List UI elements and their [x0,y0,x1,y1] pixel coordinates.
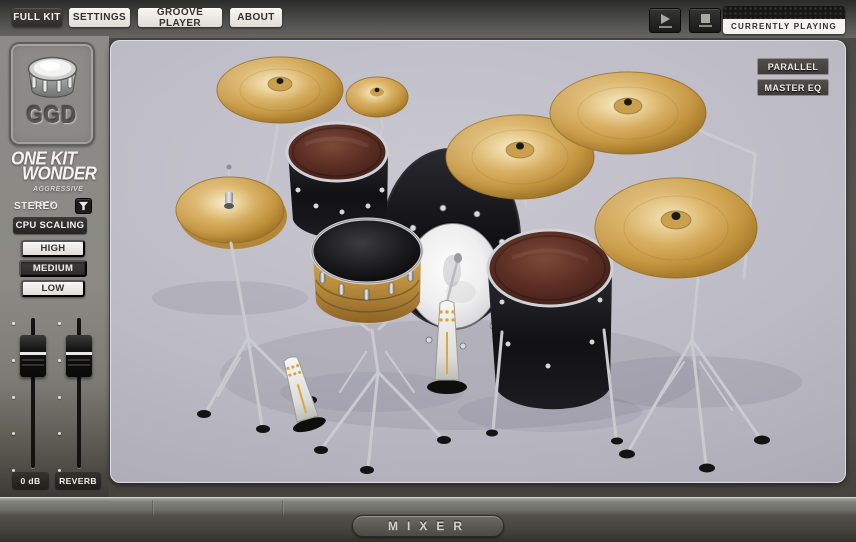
currently-playing-display: CURRENTLY PLAYING [723,6,845,34]
currently-playing-label: CURRENTLY PLAYING [723,19,845,34]
play-icon [661,14,670,24]
tab-settings[interactable]: SETTINGS [69,8,130,27]
cpu-medium-button[interactable]: MEDIUM [19,260,87,277]
panel-seam [282,500,284,515]
snare-drum-icon [20,44,84,106]
play-button[interactable] [649,8,681,33]
stop-button[interactable] [689,8,721,33]
output-mode-label: STEREO [14,201,58,212]
crash-right[interactable] [550,72,706,154]
top-bar: FULL KIT SETTINGS GROOVE PLAYER ABOUT CU… [0,0,856,38]
cpu-low-button[interactable]: LOW [21,280,85,297]
panel-seam [152,500,154,515]
drum-kit [110,40,846,483]
reverb-label: REVERB [55,472,101,489]
kit-stage: PARALLEL MASTER EQ [110,40,846,483]
snare[interactable] [312,219,422,323]
cpu-high-button[interactable]: HIGH [21,240,85,257]
logo-wordmark: GGD [27,102,78,130]
mixer-button[interactable]: MIXER [352,515,504,537]
bottom-bar: MIXER [0,497,856,542]
splash[interactable] [346,77,408,117]
cpu-scaling-label: CPU SCALING [13,217,87,234]
hi-hat[interactable] [176,165,287,250]
master-eq-button[interactable]: MASTER EQ [757,79,829,96]
tab-full-kit[interactable]: FULL KIT [12,8,62,27]
reverb-fader-handle[interactable] [66,335,92,377]
playing-pattern-strip [723,6,845,19]
china-ride[interactable] [595,178,757,278]
stop-icon [701,14,710,23]
tab-about[interactable]: ABOUT [230,8,282,27]
output-options-button[interactable] [75,198,92,214]
reverb-fader [59,318,99,478]
ggd-logo: GGD [9,42,95,146]
plugin-window: FULL KIT SETTINGS GROOVE PLAYER ABOUT CU… [0,0,856,542]
volume-fader [13,318,53,478]
crash-left[interactable] [217,57,343,123]
snare-stand-feet [314,436,451,474]
sidebar: GGD ONE KIT WONDER AGGRESSIVE ROCK STERE… [0,36,109,497]
parallel-button[interactable]: PARALLEL [757,58,829,75]
tab-groove-player[interactable]: GROOVE PLAYER [138,8,222,27]
output-row: STEREO [14,198,94,214]
volume-value-label: 0 dB [12,472,49,489]
funnel-icon [78,201,89,211]
volume-fader-handle[interactable] [20,335,46,377]
